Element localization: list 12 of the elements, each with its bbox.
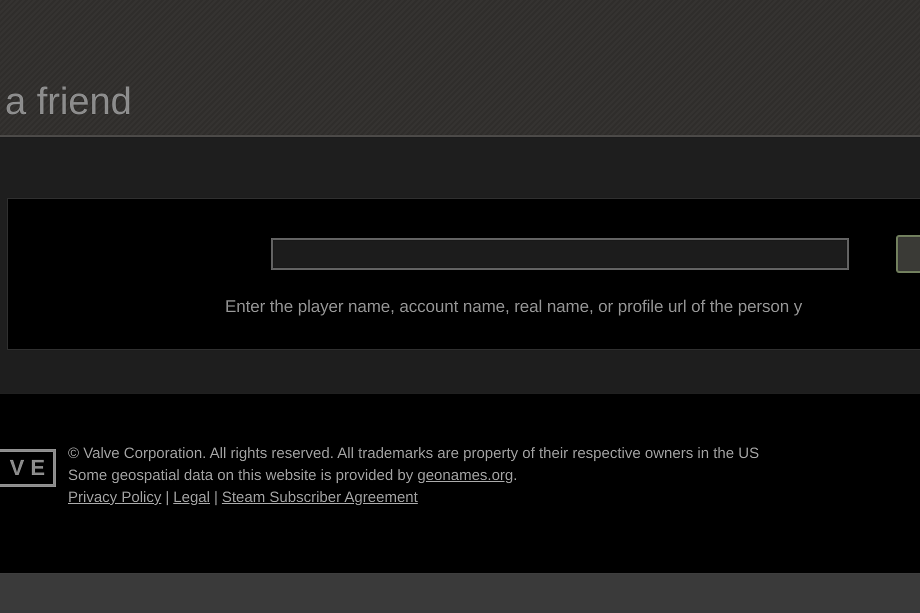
search-field[interactable] — [271, 238, 849, 270]
page-title: a friend — [5, 83, 132, 121]
separator: | — [214, 489, 218, 507]
search-hint: Enter the player name, account name, real name, or profile url of the person y — [225, 297, 804, 317]
geodata-text: Some geospatial data on this website is provided by geonames.org. — [68, 467, 518, 485]
geonames-link[interactable]: geonames.org — [417, 467, 514, 484]
separator: | — [165, 489, 170, 507]
logo: VE — [0, 449, 56, 487]
footer-link[interactable]: Privacy Policy — [68, 489, 162, 507]
copyright-text: © Valve Corporation. All rights reserved. All trademarks are property of their respective owners in the US — [68, 445, 760, 463]
footer-link[interactable]: Steam Subscriber Agreement — [222, 489, 418, 507]
footer-link[interactable]: Legal — [173, 489, 210, 507]
